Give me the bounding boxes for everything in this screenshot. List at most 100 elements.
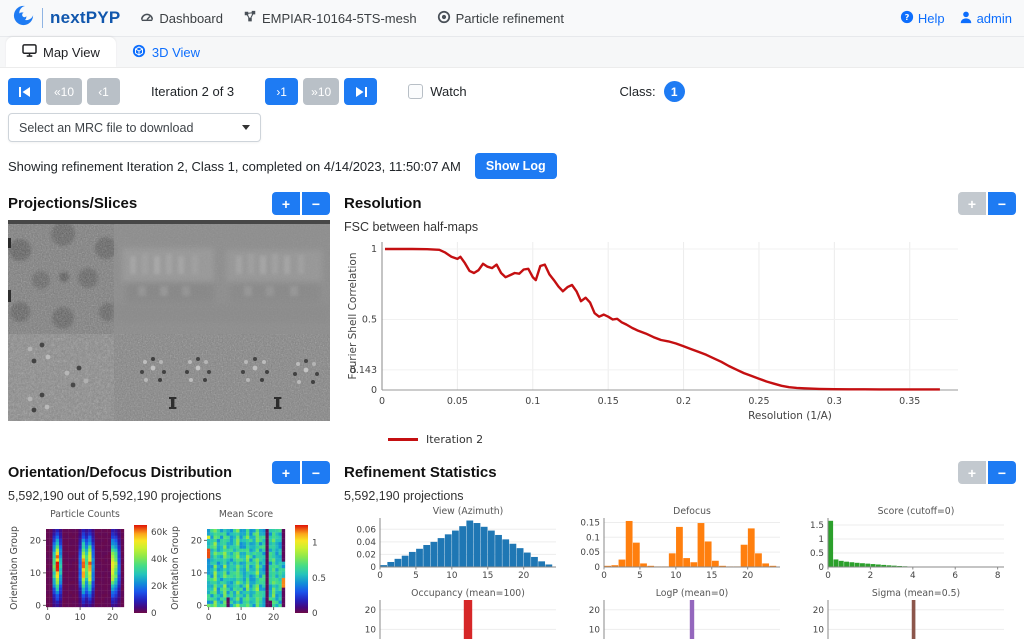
- svg-text:20: 20: [518, 571, 530, 581]
- user-icon: [959, 10, 973, 27]
- svg-text:0.1: 0.1: [586, 533, 600, 543]
- svg-text:10: 10: [75, 613, 87, 623]
- svg-text:6: 6: [952, 571, 958, 581]
- last-iteration-button[interactable]: [344, 78, 378, 105]
- statistics-panel-title: Refinement Statistics: [344, 464, 497, 481]
- svg-text:5: 5: [637, 571, 643, 581]
- svg-text:20: 20: [813, 606, 825, 616]
- cube-3d-icon: [132, 44, 146, 61]
- resolution-panel-title: Resolution: [344, 195, 422, 212]
- view-azimuth-histogram: 0 0.02 0.04 0.06 0 5 10 15 20 View (Azimuth): [356, 506, 556, 581]
- svg-text:15: 15: [706, 571, 717, 581]
- first-iteration-button[interactable]: [8, 78, 41, 105]
- statistics-zoom-in-button[interactable]: +: [958, 461, 986, 484]
- svg-text:8: 8: [995, 571, 1001, 581]
- fsc-chart: 0 0.05 0.1 0.15 0.2 0.25 0.3 0.3500.1430.51Reso…: [347, 242, 958, 422]
- svg-text:10: 10: [589, 625, 601, 635]
- svg-text:10: 10: [670, 571, 682, 581]
- svg-text:20: 20: [365, 606, 377, 616]
- svg-text:0.35: 0.35: [899, 396, 920, 407]
- mesh-network-icon: [243, 10, 257, 27]
- projections-zoom-out-button[interactable]: −: [302, 192, 330, 215]
- svg-text:0: 0: [594, 563, 600, 573]
- orientation-zoom-out-button[interactable]: −: [302, 461, 330, 484]
- forward-10-button[interactable]: »10: [303, 78, 340, 105]
- nextpyp-logo-icon: [12, 4, 35, 32]
- svg-text:LogP (mean=0): LogP (mean=0): [656, 588, 729, 599]
- svg-text:40k: 40k: [151, 555, 168, 565]
- refinement-status-text: Showing refinement Iteration 2, Class 1,…: [8, 158, 461, 174]
- svg-text:10: 10: [191, 569, 203, 579]
- svg-text:0: 0: [379, 396, 385, 407]
- svg-text:Defocus: Defocus: [673, 506, 711, 517]
- orientation-zoom-in-button[interactable]: +: [272, 461, 300, 484]
- nav-item-project[interactable]: EMPIAR-10164-5TS-mesh: [243, 10, 417, 27]
- nav-item-block[interactable]: Particle refinement: [437, 10, 564, 27]
- back-1-button[interactable]: ‹1: [87, 78, 121, 105]
- mean-score-heatmap: 0102001020Mean ScoreDefocus GroupOrienta…: [170, 509, 326, 623]
- show-log-button[interactable]: Show Log: [474, 153, 557, 179]
- user-menu[interactable]: admin: [959, 10, 1012, 27]
- nav-item-dashboard[interactable]: Dashboard: [140, 10, 223, 27]
- svg-text:0: 0: [206, 613, 212, 623]
- svg-text:0.25: 0.25: [748, 396, 769, 407]
- top-navbar: nextPYP Dashboard EMPIAR-10164-5TS-mesh …: [0, 0, 1024, 37]
- svg-text:0.04: 0.04: [356, 538, 376, 548]
- svg-text:2: 2: [868, 571, 874, 581]
- watch-checkbox[interactable]: [408, 84, 424, 99]
- legend-line-swatch: [388, 438, 418, 441]
- svg-text:0: 0: [377, 571, 383, 581]
- svg-text:Particle Counts: Particle Counts: [50, 509, 120, 520]
- iteration-label: Iteration 2 of 3: [151, 84, 235, 99]
- svg-text:0: 0: [35, 601, 41, 611]
- statistics-zoom-out-button[interactable]: −: [988, 461, 1016, 484]
- score-histogram: 0 0.5 1 1.5 0 2 4 6 8 Score (cutoff=0): [810, 506, 1004, 581]
- svg-text:20: 20: [742, 571, 754, 581]
- monitor-icon: [22, 44, 37, 60]
- svg-text:20: 20: [107, 613, 119, 623]
- skip-first-icon: [18, 86, 30, 97]
- help-link[interactable]: ? Help: [900, 10, 945, 27]
- brand-name: nextPYP: [50, 8, 121, 27]
- svg-text:10: 10: [30, 569, 42, 579]
- nav-item-label: Particle refinement: [455, 10, 564, 26]
- svg-text:0.05: 0.05: [447, 396, 468, 407]
- svg-text:0.15: 0.15: [598, 396, 619, 407]
- svg-text:4: 4: [910, 571, 916, 581]
- sigma-histogram: 0102000.51Sigma (mean=0.5): [813, 588, 1004, 639]
- resolution-zoom-in-button[interactable]: +: [958, 192, 986, 215]
- svg-text:0: 0: [601, 571, 607, 581]
- brand[interactable]: nextPYP: [12, 4, 120, 32]
- help-icon: ?: [900, 10, 914, 27]
- svg-text:Resolution (1/A): Resolution (1/A): [748, 410, 832, 422]
- forward-1-button[interactable]: ›1: [265, 78, 299, 105]
- tab-3d-view[interactable]: 3D View: [116, 37, 216, 67]
- projections-panel-title: Projections/Slices: [8, 195, 138, 212]
- svg-text:0.05: 0.05: [580, 548, 600, 558]
- svg-text:Mean Score: Mean Score: [219, 509, 274, 520]
- mrc-file-select[interactable]: Select an MRC file to download: [8, 113, 261, 142]
- legend-label: Iteration 2: [426, 433, 484, 446]
- svg-text:1: 1: [818, 535, 824, 545]
- projections-zoom-in-button[interactable]: +: [272, 192, 300, 215]
- svg-text:Score (cutoff=0): Score (cutoff=0): [878, 506, 955, 517]
- class-badge[interactable]: 1: [663, 81, 685, 102]
- svg-text:0.3: 0.3: [827, 396, 842, 407]
- svg-text:?: ?: [904, 11, 909, 21]
- svg-text:Orientation Group: Orientation Group: [9, 526, 20, 610]
- svg-text:0: 0: [371, 385, 377, 396]
- resolution-zoom-out-button[interactable]: −: [988, 192, 1016, 215]
- orientation-panel-title: Orientation/Defocus Distribution: [8, 464, 232, 481]
- tab-map-view[interactable]: Map View: [6, 37, 116, 67]
- fsc-legend: Iteration 2: [388, 433, 1016, 446]
- svg-text:0: 0: [45, 613, 51, 623]
- svg-text:10: 10: [813, 625, 825, 635]
- nav-item-label: EMPIAR-10164-5TS-mesh: [261, 10, 417, 26]
- svg-text:1: 1: [312, 539, 318, 549]
- svg-text:0.1: 0.1: [525, 396, 540, 407]
- back-10-button[interactable]: «10: [46, 78, 83, 105]
- svg-text:Orientation Group: Orientation Group: [170, 526, 181, 610]
- svg-text:0.02: 0.02: [356, 550, 376, 560]
- svg-text:10: 10: [446, 571, 458, 581]
- dashboard-gauge-icon: [140, 10, 154, 27]
